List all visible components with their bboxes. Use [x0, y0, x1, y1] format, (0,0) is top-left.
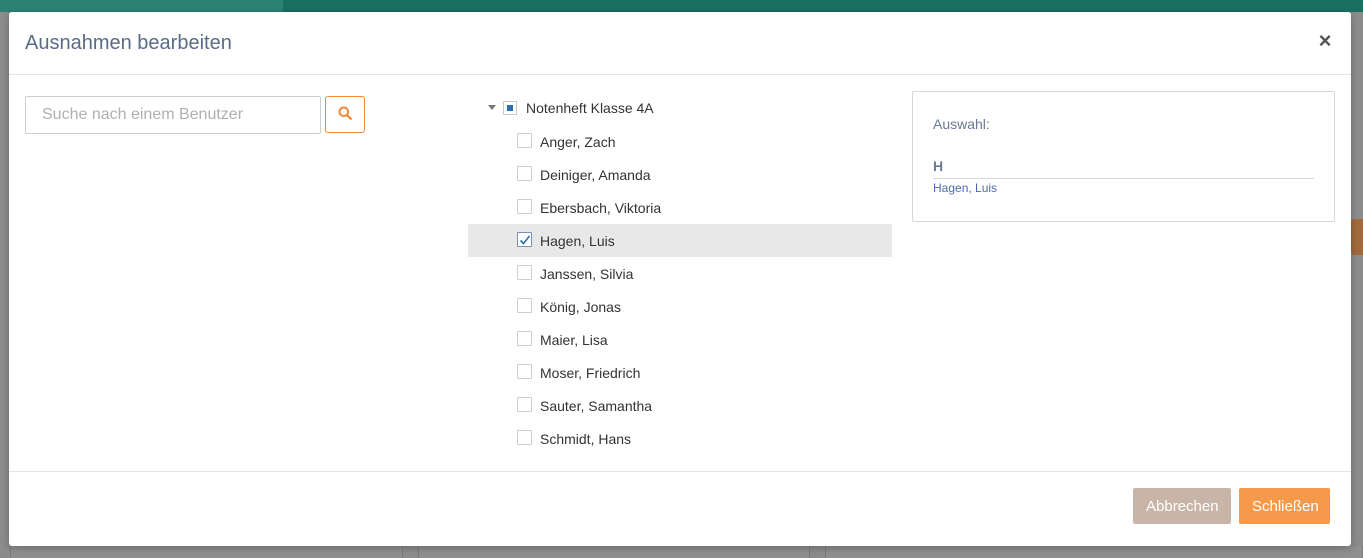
tree-item-label[interactable]: Anger, Zach: [540, 134, 616, 150]
tree-item[interactable]: Anger, Zach: [468, 125, 892, 158]
tree-item[interactable]: Sauter, Samantha: [468, 389, 892, 422]
selection-panel: Auswahl: H Hagen, Luis: [912, 91, 1335, 222]
dialog-body: Notenheft Klasse 4A Anger, Zach Deiniger,…: [9, 75, 1351, 471]
checkbox-checked[interactable]: [517, 232, 532, 247]
background-panel: [825, 546, 1363, 558]
caret-down-icon[interactable]: [488, 105, 496, 110]
tree-item-label[interactable]: Hagen, Luis: [540, 233, 615, 249]
tree-item-label[interactable]: König, Jonas: [540, 299, 621, 315]
checkbox[interactable]: [517, 298, 532, 313]
tree-items: Anger, Zach Deiniger, Amanda Ebersbach, Vi…: [468, 125, 892, 455]
close-icon[interactable]: ×: [1313, 28, 1337, 54]
tree-root: Notenheft Klasse 4A: [468, 92, 892, 125]
background-topbar: [0, 0, 1363, 12]
tree-item[interactable]: Janssen, Silvia: [468, 257, 892, 290]
checkbox[interactable]: [517, 133, 532, 148]
user-search-input[interactable]: [25, 96, 321, 134]
tree-item[interactable]: Schmidt, Hans: [468, 422, 892, 455]
cancel-button[interactable]: Abbrechen: [1133, 488, 1231, 524]
tree-root-label[interactable]: Notenheft Klasse 4A: [526, 100, 654, 116]
tree-item[interactable]: Moser, Friedrich: [468, 356, 892, 389]
dialog-header: Ausnahmen bearbeiten ×: [9, 12, 1351, 75]
edit-exceptions-dialog: Ausnahmen bearbeiten × Notenheft Klasse …: [9, 12, 1351, 546]
tree-item[interactable]: Ebersbach, Viktoria: [468, 191, 892, 224]
close-button[interactable]: Schließen: [1239, 488, 1330, 524]
tree-item-label[interactable]: Ebersbach, Viktoria: [540, 200, 661, 216]
selected-user-link[interactable]: Hagen, Luis: [933, 181, 997, 195]
dialog-title: Ausnahmen bearbeiten: [25, 32, 232, 54]
selection-group-letter: H: [933, 158, 944, 174]
checkbox[interactable]: [517, 199, 532, 214]
tree-item-label[interactable]: Deiniger, Amanda: [540, 167, 651, 183]
selection-divider: [933, 178, 1314, 179]
tree-item-label[interactable]: Moser, Friedrich: [540, 365, 640, 381]
checkbox[interactable]: [517, 364, 532, 379]
tree-item[interactable]: Maier, Lisa: [468, 323, 892, 356]
background-button-fragment: [1351, 219, 1363, 255]
checkbox[interactable]: [517, 397, 532, 412]
search-icon: [338, 106, 352, 123]
tree-item[interactable]: Hagen, Luis: [468, 224, 892, 257]
background-panel: [418, 546, 810, 558]
tree-item[interactable]: König, Jonas: [468, 290, 892, 323]
user-tree: Notenheft Klasse 4A Anger, Zach Deiniger,…: [468, 92, 892, 455]
tree-item-label[interactable]: Janssen, Silvia: [540, 266, 633, 282]
selection-title: Auswahl:: [933, 116, 990, 132]
tree-item-label[interactable]: Maier, Lisa: [540, 332, 608, 348]
checkbox[interactable]: [517, 265, 532, 280]
background-tab: [0, 0, 283, 12]
root-checkbox-partial[interactable]: [503, 101, 517, 115]
checkbox[interactable]: [517, 331, 532, 346]
tree-item-label[interactable]: Schmidt, Hans: [540, 431, 631, 447]
checkbox[interactable]: [517, 430, 532, 445]
background-panel: [10, 546, 403, 558]
checkbox[interactable]: [517, 166, 532, 181]
tree-item[interactable]: Deiniger, Amanda: [468, 158, 892, 191]
search-button[interactable]: [325, 96, 365, 133]
tree-item-label[interactable]: Sauter, Samantha: [540, 398, 652, 414]
dialog-footer: Abbrechen Schließen: [9, 471, 1351, 546]
